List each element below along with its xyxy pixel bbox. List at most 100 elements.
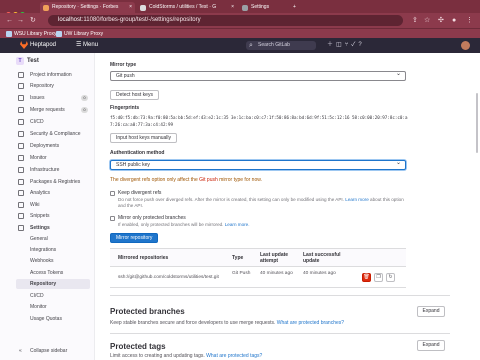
shield-icon (18, 131, 24, 137)
collapse-sidebar-button[interactable]: Collapse sidebar (16, 346, 67, 356)
sidebar-item-analytics[interactable]: Analytics (16, 188, 90, 198)
sidebar-item-cicd[interactable]: CI/CD (16, 117, 90, 127)
gear-icon (18, 225, 24, 231)
protected-branches-link[interactable]: What are protected branches? (277, 320, 344, 326)
sidebar-item-monitor[interactable]: Monitor (16, 153, 90, 163)
sync-icon[interactable]: ↻ (386, 273, 395, 282)
app-top-bar: Heptapod ☰ Menu Search GitLab ＋◫⑂✓? (0, 38, 480, 53)
mirror-repository-button[interactable]: Mirror repository (110, 233, 159, 243)
profile-icon[interactable]: ● (452, 16, 456, 25)
plus-icon[interactable]: ＋ (327, 42, 336, 48)
browser-tab-settings[interactable]: Settings (239, 2, 289, 13)
sidebar-item-packages-registries[interactable]: Packages & Registries (16, 177, 90, 187)
column-header-last-success: Last successful update (303, 252, 341, 264)
sidebar-sub-repository[interactable]: Repository (16, 279, 90, 289)
divergent-refs-warning: The divergent refs option only affect th… (110, 177, 262, 183)
sidebar-item-issues[interactable]: Issues 0 (16, 93, 90, 103)
sidebar-item-snippets[interactable]: Snippets (16, 211, 90, 221)
chart-icon (18, 190, 24, 196)
sidebar-sub-integrations[interactable]: Integrations (16, 245, 90, 255)
sidebar-item-infrastructure[interactable]: Infrastructure (16, 165, 90, 175)
protected-learn-more-link[interactable]: Learn more. (225, 222, 250, 227)
global-search-input[interactable]: Search GitLab (246, 41, 316, 50)
auth-method-label: Authentication method (110, 150, 165, 156)
copy-icon[interactable]: ❐ (374, 273, 383, 282)
mirror-last-attempt-cell: 40 minutes ago (260, 271, 293, 276)
package-icon (18, 179, 24, 185)
share-icon[interactable]: ⇪ (412, 16, 418, 25)
tab-close-icon[interactable]: × (129, 2, 132, 13)
column-header-type: Type (232, 255, 244, 261)
sidebar-sub-cicd[interactable]: CI/CD (16, 291, 90, 301)
protected-branches-desc: Keep stable branches secure and force de… (110, 320, 345, 326)
sidebar-sub-monitor[interactable]: Monitor (16, 302, 90, 312)
main-scrollbar[interactable] (476, 93, 478, 153)
bookmark-star-icon[interactable]: ☆ (424, 16, 430, 25)
back-arrow-icon[interactable]: ← (6, 16, 13, 25)
section-divider (110, 295, 450, 296)
sidebar-sub-access-tokens[interactable]: Access Tokens (16, 268, 90, 278)
protected-tags-link[interactable]: What are protected tags? (206, 353, 262, 359)
tab-close-icon[interactable]: × (231, 2, 234, 13)
detect-host-keys-button[interactable]: Detect host keys (110, 90, 159, 100)
protected-branches-only-help: If enabled, only protected branches will… (118, 222, 250, 227)
keep-divergent-refs-label: Keep divergent refs (118, 190, 162, 196)
url-input[interactable]: localhost:11080/forbes-group/test/-/sett… (48, 15, 403, 26)
heptapod-favicon-icon (43, 5, 49, 11)
browser-tab-coldstorms-test[interactable]: ColdStorms / utilities / Test · G × (137, 2, 237, 13)
issues-icon (18, 95, 24, 101)
protected-branches-only-label: Mirror only protected branches (118, 215, 186, 221)
deployments-icon (18, 143, 24, 149)
cloud-icon (18, 167, 24, 173)
sidebar-project-name[interactable]: Test (16, 57, 39, 65)
merge-request-icon (18, 107, 24, 113)
sidebar-item-settings[interactable]: Settings (16, 223, 90, 233)
help-icon[interactable]: ? (358, 42, 364, 48)
sidebar-item-merge-requests[interactable]: Merge requests 0 (16, 105, 90, 115)
browser-tab-repository-settings[interactable]: Repository · Settings · Forbes × (40, 2, 135, 13)
sidebar-sub-usage-quotas[interactable]: Usage Quotas (16, 314, 90, 324)
section-divider (110, 333, 450, 334)
fingerprint-text: f5:d0:f5:db:73:9a:f0:80:5a:bb:5d:ef:43:e… (110, 115, 408, 127)
keep-divergent-refs-checkbox[interactable] (110, 191, 115, 196)
brand-name[interactable]: Heptapod (30, 41, 56, 50)
sidebar-item-repository[interactable]: Repository (16, 81, 90, 91)
protected-branches-only-checkbox[interactable] (110, 216, 115, 221)
merge-requests-count-badge: 0 (81, 107, 88, 113)
mirrored-repositories-table: Mirrored repositories Type Last update a… (110, 248, 406, 288)
browser-menu-icon[interactable]: ⋮ (466, 16, 473, 25)
sidebar-item-project-information[interactable]: Project information (16, 70, 90, 80)
reload-icon[interactable]: ↻ (30, 16, 36, 25)
auth-method-select[interactable]: SSH public key (110, 159, 406, 170)
bookmark-wsu-proxy[interactable]: WSU Library Proxy (6, 30, 57, 38)
input-host-keys-button[interactable]: Input host keys manually (110, 133, 178, 143)
forward-arrow-icon[interactable]: → (17, 16, 24, 25)
learn-more-link[interactable]: Learn more (345, 197, 369, 202)
mirror-type-cell: Git Push (232, 271, 251, 276)
project-sidebar: Test Project information Repository Issu… (0, 53, 95, 360)
issues-icon[interactable]: ◫ (336, 42, 345, 48)
sidebar-sub-general[interactable]: General (16, 234, 90, 244)
heptapod-logo-icon[interactable] (20, 41, 28, 49)
sidebar-item-wiki[interactable]: Wiki (16, 200, 90, 210)
browser-window: Repository · Settings · Forbes × ColdSto… (0, 0, 480, 360)
new-tab-button[interactable]: + (290, 2, 302, 13)
user-avatar[interactable] (461, 41, 470, 50)
mirror-url-cell: ssh://git@github.com/coldstorms/utilitie… (118, 275, 219, 280)
extensions-icon[interactable]: ✣ (438, 16, 444, 25)
protected-tags-expand-button[interactable]: Expand (417, 340, 445, 351)
protected-branches-expand-button[interactable]: Expand (417, 306, 445, 317)
sidebar-item-deployments[interactable]: Deployments (16, 141, 90, 151)
trash-icon[interactable]: 🗑 (362, 273, 371, 282)
issues-count-badge: 0 (81, 95, 88, 101)
address-bar-row: ← → ↻ localhost:11080/forbes-group/test/… (0, 13, 480, 28)
bookmark-uw-proxy[interactable]: UW Library Proxy (56, 30, 103, 38)
info-icon (18, 72, 24, 78)
column-header-repository: Mirrored repositories (118, 255, 169, 261)
topbar-actions: ＋◫⑂✓? (327, 41, 365, 50)
main-menu-button[interactable]: ☰ Menu (76, 41, 98, 50)
sidebar-item-security-compliance[interactable]: Security & Compliance (16, 129, 90, 139)
mirror-direction-select[interactable]: Git push (110, 70, 406, 81)
sidebar-sub-webhooks[interactable]: Webhooks (16, 256, 90, 266)
mirror-last-success-cell: 40 minutes ago (303, 271, 336, 276)
